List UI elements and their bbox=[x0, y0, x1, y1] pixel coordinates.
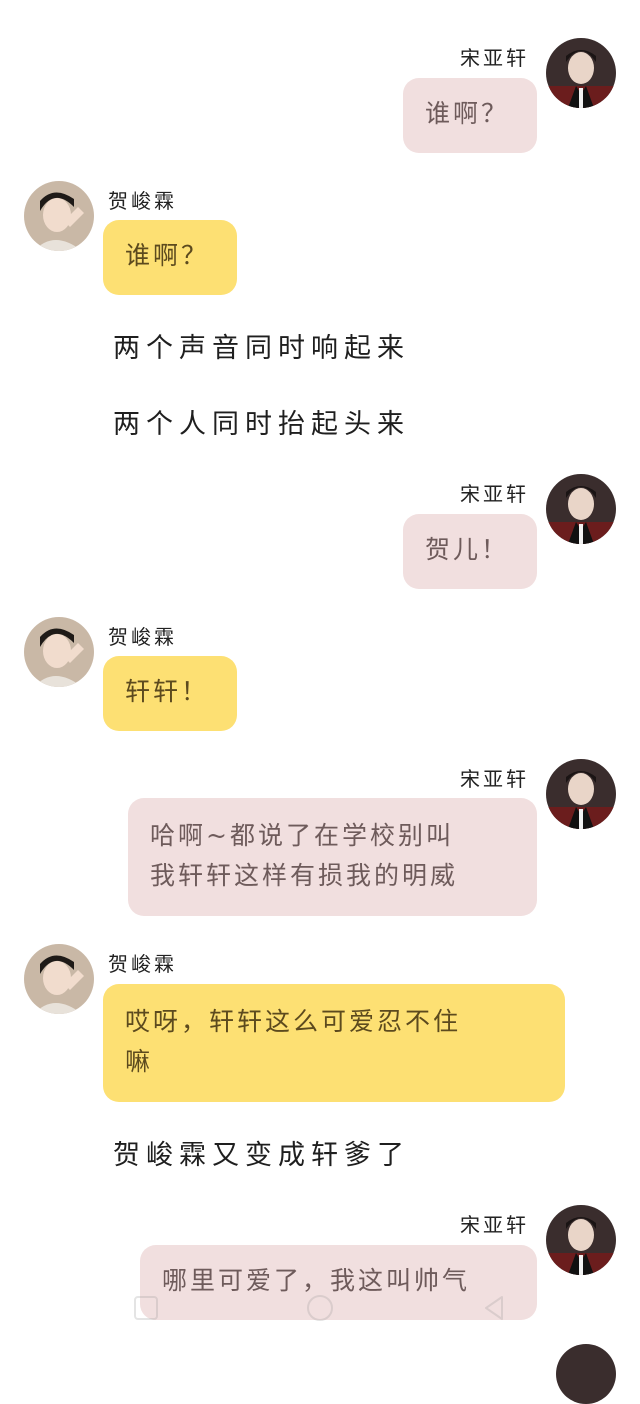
avatar-songyaxuan[interactable] bbox=[546, 1205, 616, 1275]
sender-name: 宋亚轩 bbox=[460, 1213, 529, 1237]
chat-bubble: 谁啊？ bbox=[403, 78, 537, 153]
avatar-image bbox=[24, 944, 94, 1014]
system-navigation-bar bbox=[0, 1282, 640, 1334]
chat-bubble: 哈啊~都说了在学校别叫 我轩轩这样有损我的明威 bbox=[128, 798, 537, 916]
avatar-image bbox=[556, 1344, 616, 1404]
triangle-back-icon[interactable] bbox=[478, 1292, 510, 1324]
bubble-text: 轩轩！ bbox=[125, 677, 210, 706]
narration-text: 两个声音同时响起来 bbox=[113, 333, 410, 364]
avatar-hejunlin[interactable] bbox=[24, 617, 94, 687]
avatar-image bbox=[24, 181, 94, 251]
avatar-songyaxuan[interactable] bbox=[546, 38, 616, 108]
bubble-text: 谁啊？ bbox=[425, 99, 510, 128]
sender-name: 宋亚轩 bbox=[460, 46, 529, 70]
circle-home-icon-shape bbox=[307, 1295, 333, 1321]
bubble-text-line: 哈啊~都说了在学校别叫 bbox=[150, 821, 454, 850]
square-recents-icon-shape bbox=[134, 1296, 158, 1320]
narration-text: 贺峻霖又变成轩爹了 bbox=[113, 1140, 410, 1171]
avatar-image bbox=[24, 617, 94, 687]
avatar-image bbox=[546, 759, 616, 829]
sender-name: 贺峻霖 bbox=[108, 189, 177, 213]
avatar-hejunlin[interactable] bbox=[24, 181, 94, 251]
bubble-text: 贺儿！ bbox=[425, 535, 510, 564]
narration-text: 两个人同时抬起头来 bbox=[113, 409, 410, 440]
avatar-songyaxuan[interactable] bbox=[546, 474, 616, 544]
sender-name: 贺峻霖 bbox=[108, 952, 177, 976]
square-recents-icon[interactable] bbox=[130, 1292, 162, 1324]
avatar-songyaxuan[interactable] bbox=[546, 759, 616, 829]
sender-name: 宋亚轩 bbox=[460, 482, 529, 506]
avatar-image bbox=[546, 38, 616, 108]
avatar-image bbox=[546, 474, 616, 544]
circle-home-icon[interactable] bbox=[304, 1292, 336, 1324]
bubble-text: 谁啊？ bbox=[125, 241, 210, 270]
avatar-songyaxuan-partial bbox=[556, 1344, 616, 1404]
bubble-text-line: 嘛 bbox=[125, 1047, 154, 1076]
avatar-image bbox=[546, 1205, 616, 1275]
chat-bubble: 谁啊？ bbox=[103, 220, 237, 295]
bubble-text-line: 我轩轩这样有损我的明威 bbox=[150, 861, 459, 890]
sender-name: 贺峻霖 bbox=[108, 625, 177, 649]
chat-bubble: 贺儿！ bbox=[403, 514, 537, 589]
triangle-back-icon-shape bbox=[485, 1296, 503, 1320]
avatar-hejunlin[interactable] bbox=[24, 944, 94, 1014]
chat-bubble: 哎呀，轩轩这么可爱忍不住 嘛 bbox=[103, 984, 565, 1102]
sender-name: 宋亚轩 bbox=[460, 767, 529, 791]
bubble-text-line: 哎呀，轩轩这么可爱忍不住 bbox=[125, 1007, 462, 1036]
chat-bubble: 轩轩！ bbox=[103, 656, 237, 731]
